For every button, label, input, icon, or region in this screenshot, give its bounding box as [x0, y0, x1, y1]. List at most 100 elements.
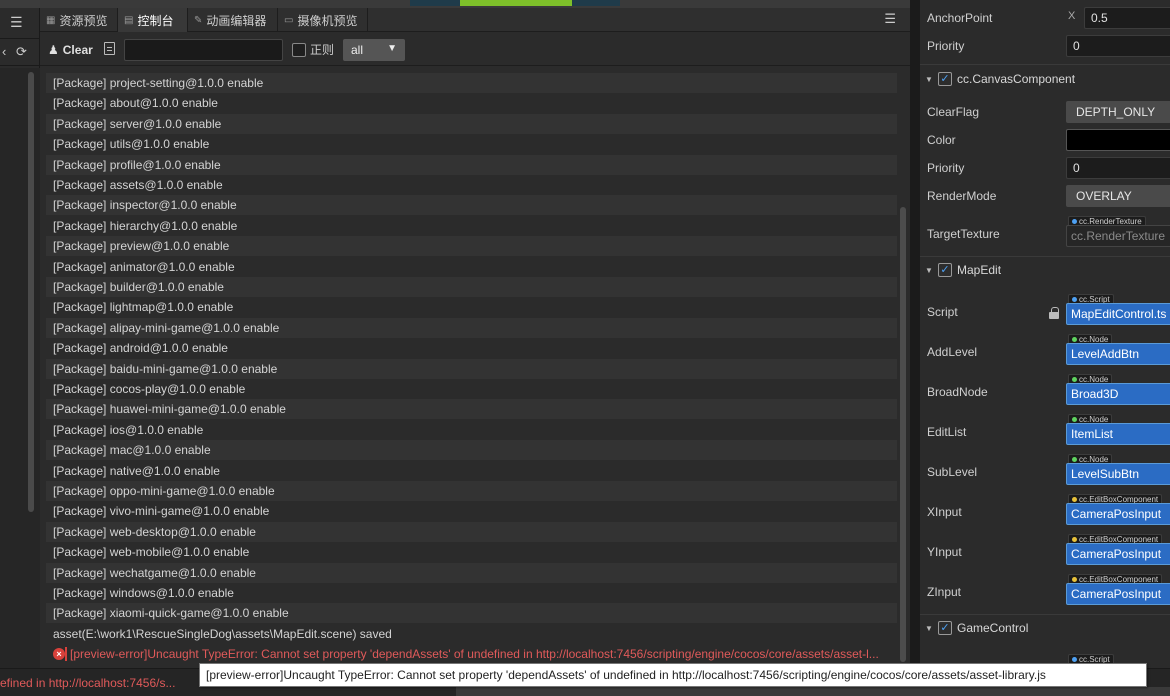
tab-label: 动画编辑器 [206, 13, 267, 28]
prop-label: ZInput [927, 585, 962, 599]
component-enabled-checkbox[interactable]: ✓ [938, 72, 952, 86]
error-log-line[interactable]: × [preview-error]Uncaught TypeError: Can… [46, 644, 897, 664]
log-line[interactable]: [Package] windows@1.0.0 enable [46, 583, 897, 603]
log-line[interactable]: [Package] alipay-mini-game@1.0.0 enable [46, 317, 897, 338]
panel-divider[interactable] [910, 0, 920, 696]
log-line[interactable]: [Package] xiaomi-quick-game@1.0.0 enable [46, 603, 897, 624]
log-line[interactable]: [Package] huawei-mini-game@1.0.0 enable [46, 399, 897, 420]
reference-field[interactable]: cc.EditBoxComponent CameraPosInput [1066, 574, 1170, 610]
broom-icon: ♟ [48, 43, 59, 57]
tab-menu-icon[interactable]: ☰ [884, 11, 896, 27]
target-texture-ref[interactable]: cc.RenderTexture [1066, 225, 1170, 247]
reference-field[interactable]: cc.Node LevelAddBtn [1066, 334, 1170, 370]
collapse-icon[interactable]: ‹ [2, 44, 6, 59]
log-line[interactable]: [Package] web-desktop@1.0.0 enable [46, 521, 897, 542]
log-line[interactable]: [Package] profile@1.0.0 enable [46, 154, 897, 175]
tab-console[interactable]: ▤ 控制台 [118, 8, 188, 32]
log-line[interactable]: [Package] hierarchy@1.0.0 enable [46, 216, 897, 236]
prop-render-mode: RenderMode OVERLAY [920, 182, 1170, 210]
color-swatch[interactable] [1066, 129, 1170, 151]
log-line[interactable]: [Package] baidu-mini-game@1.0.0 enable [46, 358, 897, 379]
reference-field[interactable]: cc.EditBoxComponent CameraPosInput [1066, 494, 1170, 530]
document-icon[interactable] [104, 42, 115, 55]
lock-icon [1049, 307, 1059, 319]
target-texture-field[interactable]: cc.RenderTexture cc.RenderTexture [1066, 216, 1170, 252]
prop-label: XInput [927, 505, 962, 519]
log-line[interactable]: asset(E:\work1\RescueSingleDog\assets\Ma… [46, 624, 897, 644]
log-line[interactable]: [Package] builder@1.0.0 enable [46, 277, 897, 297]
reference-value[interactable]: LevelAddBtn [1066, 343, 1170, 365]
log-level-value: all [351, 43, 364, 57]
reference-value[interactable]: ItemList [1066, 423, 1170, 445]
inspector-panel: AnchorPoint X 0.5 Priority 0 ▼ ✓ cc.Canv… [920, 0, 1170, 696]
log-line[interactable]: [Package] animator@1.0.0 enable [46, 257, 897, 277]
caret-down-icon[interactable]: ▼ [925, 266, 933, 275]
component-enabled-checkbox[interactable]: ✓ [938, 263, 952, 277]
log-line[interactable]: [Package] server@1.0.0 enable [46, 113, 897, 134]
component-header-canvas[interactable]: ▼ ✓ cc.CanvasComponent [920, 68, 1170, 90]
status-error-text[interactable]: efined in http://localhost:7456/s... [0, 676, 175, 690]
log-line[interactable]: [Package] wechatgame@1.0.0 enable [46, 562, 897, 583]
render-mode-select[interactable]: OVERLAY [1066, 185, 1170, 207]
error-marker [65, 647, 67, 661]
prop-clear-flag: ClearFlag DEPTH_ONLY [920, 98, 1170, 126]
component-enabled-checkbox[interactable]: ✓ [938, 621, 952, 635]
log-line[interactable]: [Package] mac@1.0.0 enable [46, 440, 897, 461]
log-line[interactable]: [Package] inspector@1.0.0 enable [46, 195, 897, 216]
clear-button[interactable]: ♟ Clear [48, 41, 93, 59]
log-line[interactable]: [Package] project-setting@1.0.0 enable [46, 73, 897, 93]
reference-value[interactable]: CameraPosInput [1066, 583, 1170, 605]
reference-field[interactable]: cc.Node ItemList [1066, 414, 1170, 450]
priority-input[interactable]: 0 [1066, 35, 1170, 57]
prop-editlist: EditList cc.Node ItemList [920, 412, 1170, 452]
panel-menu-icon[interactable]: ☰ [10, 14, 23, 31]
left-panel-scrollbar[interactable] [28, 72, 34, 512]
log-line[interactable]: [Package] web-mobile@1.0.0 enable [46, 542, 897, 562]
canvas-priority-input[interactable]: 0 [1066, 157, 1170, 179]
log-line[interactable]: [Package] cocos-play@1.0.0 enable [46, 379, 897, 399]
tab-assets-preview[interactable]: ▦ 资源预览 [40, 8, 118, 32]
regex-checkbox[interactable] [292, 42, 306, 57]
left-panel-toolbar: ‹ ⟳ [0, 38, 40, 66]
reference-value[interactable]: CameraPosInput [1066, 503, 1170, 525]
reference-field[interactable]: cc.Script MapEditControl.ts [1066, 294, 1170, 330]
log-scrollbar[interactable] [900, 207, 906, 662]
caret-down-icon[interactable]: ▼ [925, 75, 933, 84]
log-line[interactable]: [Package] android@1.0.0 enable [46, 338, 897, 358]
prop-broadnode: BroadNode cc.Node Broad3D [920, 372, 1170, 412]
search-input[interactable] [124, 39, 283, 61]
reference-field[interactable]: cc.EditBoxComponent CameraPosInput [1066, 534, 1170, 570]
log-line[interactable]: [Package] about@1.0.0 enable [46, 93, 897, 113]
anchor-x-input[interactable]: 0.5 [1084, 7, 1170, 29]
refresh-icon[interactable]: ⟳ [16, 44, 27, 60]
component-header-gamecontrol[interactable]: ▼ ✓ GameControl [920, 617, 1170, 639]
tab-label: 摄像机预览 [297, 13, 358, 28]
prop-label: Priority [927, 161, 965, 175]
reference-value[interactable]: LevelSubBtn [1066, 463, 1170, 485]
log-line[interactable]: [Package] assets@1.0.0 enable [46, 175, 897, 195]
prop-label: SubLevel [927, 465, 978, 479]
log-line[interactable]: [Package] lightmap@1.0.0 enable [46, 297, 897, 317]
log-line[interactable]: [Package] oppo-mini-game@1.0.0 enable [46, 481, 897, 501]
reference-field[interactable]: cc.Node Broad3D [1066, 374, 1170, 410]
clear-flag-select[interactable]: DEPTH_ONLY [1066, 101, 1170, 123]
regex-toggle[interactable]: 正则 [292, 41, 334, 58]
log-level-select[interactable]: all ▼ [343, 39, 405, 61]
log-line[interactable]: [Package] native@1.0.0 enable [46, 461, 897, 481]
log-line[interactable]: [Package] vivo-mini-game@1.0.0 enable [46, 501, 897, 521]
prop-xinput: XInput cc.EditBoxComponent CameraPosInput [920, 492, 1170, 532]
reference-value[interactable]: MapEditControl.ts [1066, 303, 1170, 325]
caret-down-icon[interactable]: ▼ [925, 624, 933, 633]
reference-value[interactable]: Broad3D [1066, 383, 1170, 405]
tab-camera-preview[interactable]: ▭ 摄像机预览 [278, 8, 368, 32]
asset-type-dot [1072, 417, 1077, 422]
reference-value[interactable]: CameraPosInput [1066, 543, 1170, 565]
component-name: cc.CanvasComponent [957, 72, 1076, 86]
asset-type-dot [1072, 657, 1077, 662]
component-header-mapedit[interactable]: ▼ ✓ MapEdit [920, 259, 1170, 281]
reference-field[interactable]: cc.Node LevelSubBtn [1066, 454, 1170, 490]
log-line[interactable]: [Package] ios@1.0.0 enable [46, 420, 897, 440]
log-line[interactable]: [Package] utils@1.0.0 enable [46, 134, 897, 154]
tab-animation-editor[interactable]: ✎ 动画编辑器 [188, 8, 278, 32]
log-line[interactable]: [Package] preview@1.0.0 enable [46, 236, 897, 257]
